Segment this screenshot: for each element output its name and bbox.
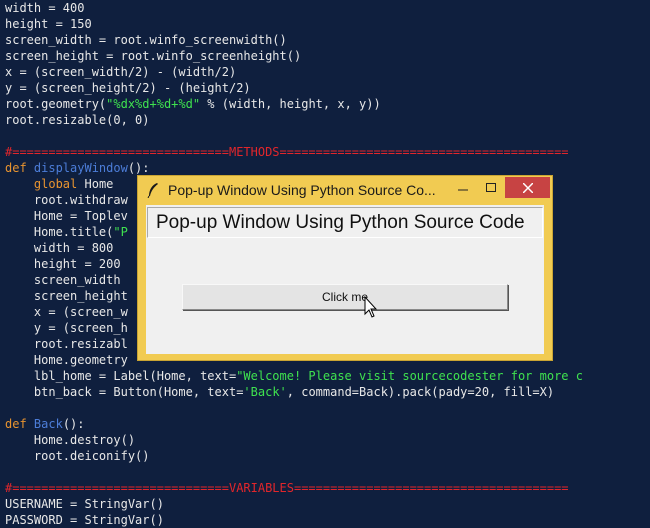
code-line: PASSWORD = StringVar() <box>5 512 164 528</box>
code-line: def Back(): <box>5 416 85 432</box>
code-token: btn_back = Button(Home, text= <box>5 385 244 399</box>
code-token: (): <box>127 161 150 175</box>
feather-icon <box>147 183 158 198</box>
code-line: screen_width <box>5 272 121 288</box>
code-line: x = (screen_w <box>5 304 128 320</box>
code-token: def <box>5 161 34 175</box>
code-line: Home = Toplev <box>5 208 128 224</box>
code-token: , command=Back).pack(pady=20, fill=X) <box>286 385 555 399</box>
code-line: root.geometry("%dx%d+%d+%d" % (width, he… <box>5 96 381 112</box>
code-token: lbl_home = Label(Home, text= <box>5 369 237 383</box>
code-line: height = 150 <box>5 16 92 32</box>
code-token: displayWindow <box>33 161 128 175</box>
code-line: x = (screen_width/2) - (width/2) <box>5 64 236 80</box>
code-token: Home.destroy() <box>5 433 136 447</box>
code-line: lbl_home = Label(Home, text="Welcome! Pl… <box>5 368 583 384</box>
code-line: Home.geometry <box>5 352 128 368</box>
code-token: "%dx%d+%d+%d" <box>106 97 201 111</box>
code-line: global Home <box>5 176 113 192</box>
code-token: x = (screen_width/2) - (width/2) <box>5 65 237 79</box>
maximize-icon <box>486 182 496 192</box>
code-token: def <box>5 417 34 431</box>
minimize-button[interactable] <box>449 177 477 198</box>
code-line: root.resizabl <box>5 336 128 352</box>
code-token: root.withdraw <box>5 193 128 207</box>
code-token: 'Back' <box>243 385 287 399</box>
code-token: screen_width <box>5 273 121 287</box>
code-line: height = 200 <box>5 256 121 272</box>
code-line: USERNAME = StringVar() <box>5 496 164 512</box>
code-token: root.resizable(0, 0) <box>5 113 150 127</box>
code-token: root.resizabl <box>5 337 128 351</box>
code-token: % (width, height, x, y)) <box>200 97 381 111</box>
code-line: root.withdraw <box>5 192 128 208</box>
code-token: width = 800 <box>5 241 114 255</box>
code-line: root.resizable(0, 0) <box>5 112 150 128</box>
code-token: screen_width = root.winfo_screenwidth() <box>5 33 287 47</box>
code-token: (): <box>62 417 85 431</box>
code-line: def displayWindow(): <box>5 160 150 176</box>
code-line: screen_height <box>5 288 128 304</box>
code-token: height = 150 <box>5 17 92 31</box>
minimize-icon <box>458 189 468 190</box>
code-token: y = (screen_height/2) - (height/2) <box>5 81 251 95</box>
code-token: screen_height = root.winfo_screenheight(… <box>5 49 302 63</box>
code-token: y = (screen_h <box>5 321 128 335</box>
mouse-cursor-icon <box>364 296 378 318</box>
code-line: #==============================VARIABLES… <box>5 480 569 496</box>
code-token: root.geometry( <box>5 97 107 111</box>
popup-client-area: Pop-up Window Using Python Source Code C… <box>146 205 544 354</box>
code-token: "P <box>113 225 128 239</box>
code-line: btn_back = Button(Home, text='Back', com… <box>5 384 554 400</box>
code-token: Home.title( <box>5 225 114 239</box>
code-line: width = 800 <box>5 240 113 256</box>
close-icon <box>522 182 533 193</box>
code-token: global <box>33 177 78 191</box>
code-line: y = (screen_h <box>5 320 128 336</box>
code-token: screen_height <box>5 289 128 303</box>
code-token: Back <box>33 417 63 431</box>
code-line: width = 400 <box>5 0 84 16</box>
code-line: Home.title("P <box>5 224 128 240</box>
popup-heading-label: Pop-up Window Using Python Source Code <box>147 207 543 238</box>
code-line: screen_width = root.winfo_screenwidth() <box>5 32 287 48</box>
code-token: PASSWORD = StringVar() <box>5 513 164 527</box>
code-line: Home.destroy() <box>5 432 135 448</box>
code-token: #==============================VARIABLES… <box>5 481 569 495</box>
code-token: x = (screen_w <box>5 305 128 319</box>
code-token: USERNAME = StringVar() <box>5 497 164 511</box>
code-token: Home.geometry <box>5 353 128 367</box>
code-line: y = (screen_height/2) - (height/2) <box>5 80 251 96</box>
click-me-button[interactable]: Click me <box>182 284 508 310</box>
code-token: #==============================METHODS==… <box>5 145 569 159</box>
code-token: root.deiconify() <box>5 449 150 463</box>
code-token: width = 400 <box>5 1 85 15</box>
popup-titlebar[interactable]: Pop-up Window Using Python Source Co... <box>138 176 552 204</box>
code-token: "Welcome! Please visit sourcecodester fo… <box>236 369 583 383</box>
code-line: root.deiconify() <box>5 448 150 464</box>
close-button[interactable] <box>505 177 550 198</box>
code-line: #==============================METHODS==… <box>5 144 569 160</box>
popup-window[interactable]: Pop-up Window Using Python Source Co... … <box>137 175 553 361</box>
code-line: screen_height = root.winfo_screenheight(… <box>5 48 301 64</box>
popup-title: Pop-up Window Using Python Source Co... <box>168 182 436 198</box>
code-token: Home <box>77 177 114 191</box>
code-token: height = 200 <box>5 257 121 271</box>
code-token: Home = Toplev <box>5 209 128 223</box>
maximize-button[interactable] <box>477 177 505 198</box>
